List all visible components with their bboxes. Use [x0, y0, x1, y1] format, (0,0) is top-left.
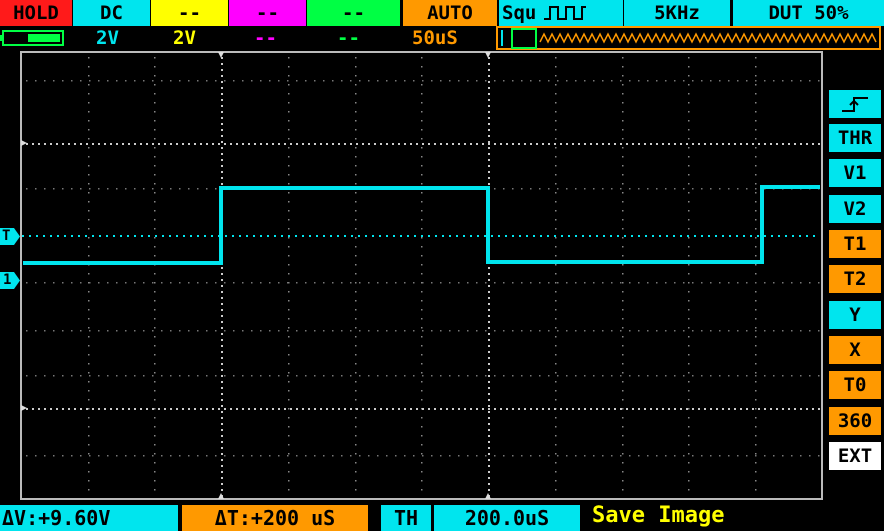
delta-v-readout: ΔV:+9.60V: [0, 505, 178, 531]
menu-360-button[interactable]: 360: [829, 407, 881, 435]
menu-ext-button[interactable]: EXT: [829, 442, 881, 470]
cursor-marker-left-1: [21, 140, 27, 146]
delta-t-readout: ΔT:+200 uS: [182, 505, 368, 531]
rising-edge-icon: [842, 97, 868, 112]
grid: [26, 57, 820, 497]
trigger-edge-button[interactable]: [829, 90, 881, 118]
menu-t2-button[interactable]: T2: [829, 265, 881, 293]
cursor-marker-top-1: [218, 52, 224, 58]
cursor-marker-left-2: [21, 405, 27, 411]
menu-v1-button[interactable]: V1: [829, 159, 881, 187]
th-value[interactable]: 200.0uS: [434, 505, 580, 531]
cursor-marker-top-2: [485, 52, 491, 58]
menu-t0-button[interactable]: T0: [829, 371, 881, 399]
channel1-waveform: [23, 185, 820, 265]
th-label: TH: [381, 505, 431, 531]
cursor-marker-bottom-1: [218, 493, 224, 499]
cursor-marker-bottom-2: [485, 493, 491, 499]
status-message: Save Image: [592, 503, 725, 528]
menu-x-button[interactable]: X: [829, 336, 881, 364]
waveform-display[interactable]: [0, 0, 884, 531]
menu-v2-button[interactable]: V2: [829, 195, 881, 223]
menu-t1-button[interactable]: T1: [829, 230, 881, 258]
menu-thr-button[interactable]: THR: [829, 124, 881, 152]
menu-y-button[interactable]: Y: [829, 301, 881, 329]
